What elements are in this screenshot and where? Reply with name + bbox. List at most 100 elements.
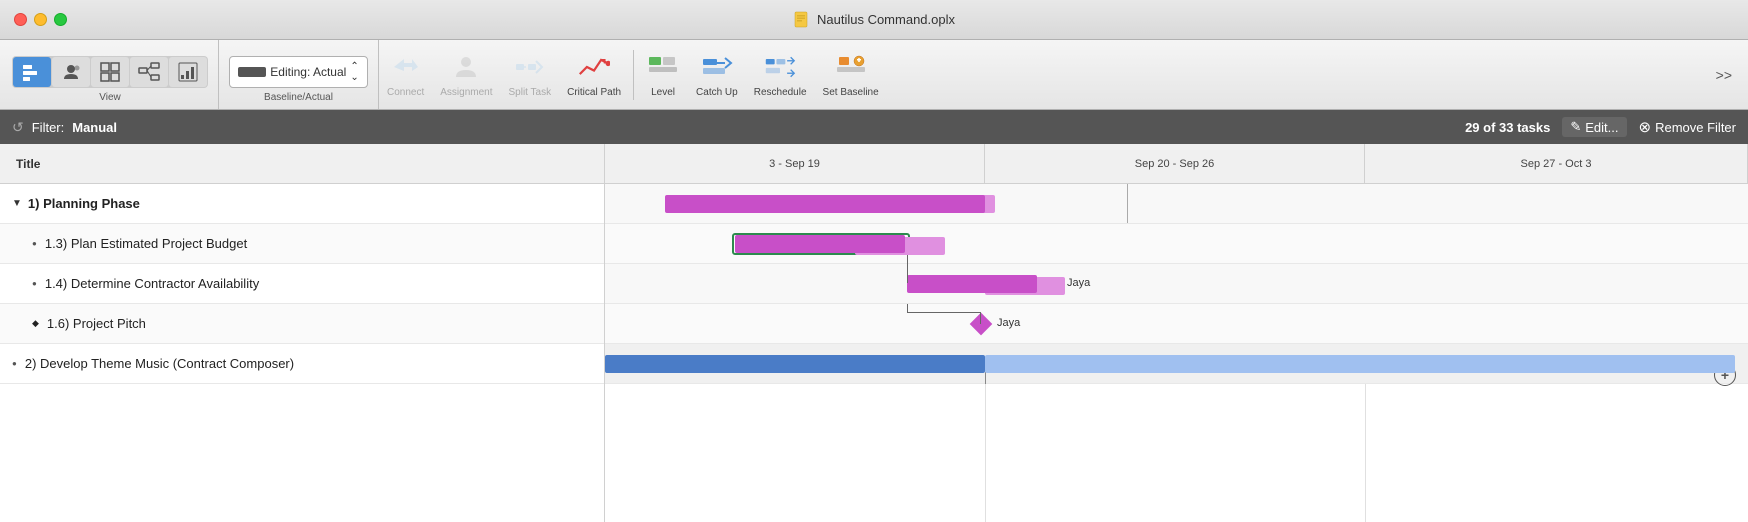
- gantt-row: [605, 344, 1748, 384]
- baseline-chevron-icon: ⌃⌄: [350, 61, 358, 83]
- gantt-bar-music-main: [605, 355, 985, 373]
- critical-path-icon: [578, 51, 610, 83]
- gantt-connector: [1127, 184, 1128, 223]
- more-chevron-btn[interactable]: >>: [1708, 67, 1740, 83]
- separator-1: [633, 50, 634, 100]
- minimize-button[interactable]: [34, 13, 47, 26]
- catch-up-btn[interactable]: Catch Up: [688, 47, 746, 102]
- gantt-label-jaya2: Jaya: [1067, 277, 1090, 289]
- gantt-label-jaya3: Jaya: [997, 317, 1020, 329]
- title-col-label: Title: [16, 157, 40, 171]
- grid-view-btn[interactable]: [91, 57, 129, 87]
- catch-up-icon: [701, 51, 733, 83]
- level-icon: [647, 51, 679, 83]
- task-bullet-icon: ●: [12, 359, 17, 368]
- milestone-icon: ◆: [32, 318, 39, 329]
- view-group: View: [8, 40, 219, 109]
- gantt-connector-top: [907, 304, 908, 312]
- catch-up-label: Catch Up: [696, 87, 738, 98]
- set-baseline-label: Set Baseline: [823, 87, 879, 98]
- task-row[interactable]: ● 1.4) Determine Contractor Availability: [0, 264, 604, 304]
- split-task-btn[interactable]: Split Task: [501, 47, 560, 102]
- baseline-editing-label: Editing: Actual: [270, 65, 346, 79]
- chart-view-btn[interactable]: [169, 57, 207, 87]
- critical-path-btn[interactable]: Critical Path: [559, 47, 629, 102]
- set-baseline-btn[interactable]: Set Baseline: [815, 47, 887, 102]
- connect-btn[interactable]: Connect: [379, 47, 432, 102]
- baseline-group-label: Baseline/Actual: [264, 92, 333, 103]
- task-label: 1.6) Project Pitch: [47, 316, 146, 331]
- gantt-row: Jaya: [605, 304, 1748, 344]
- connect-icon: [390, 51, 422, 83]
- task-label: 1) Planning Phase: [28, 196, 140, 211]
- pencil-icon: ✎: [1570, 119, 1581, 135]
- task-bullet-icon: ●: [32, 279, 37, 288]
- people-view-btn[interactable]: [52, 57, 90, 87]
- gantt-connector-h: [907, 312, 981, 313]
- filter-remove-btn[interactable]: ⊗ Remove Filter: [1639, 118, 1737, 136]
- task-label: 2) Develop Theme Music (Contract Compose…: [25, 356, 294, 371]
- level-btn[interactable]: Level: [638, 47, 688, 102]
- set-baseline-icon: [835, 51, 867, 83]
- window-controls[interactable]: [14, 13, 67, 26]
- filter-refresh-btn[interactable]: ↺: [12, 119, 24, 136]
- gantt-body: Jaya Jaya Jaya: [605, 184, 1748, 522]
- reschedule-icon: [764, 51, 796, 83]
- gantt-connector-v2: [980, 312, 981, 324]
- expand-arrow-icon: ▼: [12, 198, 22, 209]
- task-label: 1.4) Determine Contractor Availability: [45, 276, 259, 291]
- split-task-label: Split Task: [509, 87, 552, 98]
- task-row[interactable]: ▼ 1) Planning Phase: [0, 184, 604, 224]
- gantt-header: 3 - Sep 19 Sep 20 - Sep 26 Sep 27 - Oct …: [605, 144, 1748, 184]
- close-button[interactable]: [14, 13, 27, 26]
- filter-edit-label: Edit...: [1585, 120, 1618, 135]
- filter-count: 29 of 33 tasks: [1465, 120, 1550, 135]
- view-group-label: View: [99, 92, 121, 103]
- view-buttons[interactable]: [12, 56, 208, 88]
- filter-bar-right: 29 of 33 tasks ✎ Edit... ⊗ Remove Filter: [1465, 117, 1736, 137]
- maximize-button[interactable]: [54, 13, 67, 26]
- split-task-icon: [514, 51, 546, 83]
- gantt-bar-budget-main: [735, 235, 905, 253]
- task-row[interactable]: ◆ 1.6) Project Pitch: [0, 304, 604, 344]
- task-row[interactable]: ● 2) Develop Theme Music (Contract Compo…: [0, 344, 604, 384]
- gantt-col1-header: 3 - Sep 19: [605, 144, 985, 183]
- level-label: Level: [651, 87, 675, 98]
- task-label: 1.3) Plan Estimated Project Budget: [45, 236, 247, 251]
- x-circle-icon: ⊗: [1639, 118, 1652, 136]
- gantt-bar-music-baseline: [985, 355, 1735, 373]
- gantt-row: Jaya: [605, 264, 1748, 304]
- title-bar: Nautilus Command.oplx: [0, 0, 1748, 40]
- baseline-selector[interactable]: Editing: Actual ⌃⌄: [229, 56, 367, 88]
- filter-value: Manual: [72, 120, 117, 135]
- assignment-btn[interactable]: Assignment: [432, 47, 500, 102]
- gantt-connector-down: [907, 255, 908, 283]
- gantt-row: [605, 184, 1748, 224]
- filter-remove-label: Remove Filter: [1655, 120, 1736, 135]
- task-panel: Title ▼ 1) Planning Phase ● 1.3) Plan Es…: [0, 144, 605, 522]
- gantt-view-btn[interactable]: [13, 57, 51, 87]
- critical-path-label: Critical Path: [567, 87, 621, 98]
- task-list: ▼ 1) Planning Phase ● 1.3) Plan Estimate…: [0, 184, 604, 522]
- gantt-col3-header: Sep 27 - Oct 3: [1365, 144, 1748, 183]
- task-header: Title: [0, 144, 604, 184]
- reschedule-btn[interactable]: Reschedule: [746, 47, 815, 102]
- connect-label: Connect: [387, 87, 424, 98]
- gantt-panel: 3 - Sep 19 Sep 20 - Sep 26 Sep 27 - Oct …: [605, 144, 1748, 522]
- network-view-btn[interactable]: [130, 57, 168, 87]
- gantt-row: Jaya: [605, 224, 1748, 264]
- filter-bar: ↺ Filter: Manual 29 of 33 tasks ✎ Edit..…: [0, 110, 1748, 144]
- main-area: Title ▼ 1) Planning Phase ● 1.3) Plan Es…: [0, 144, 1748, 522]
- baseline-group: Editing: Actual ⌃⌄ Baseline/Actual: [219, 40, 379, 109]
- gantt-col2-header: Sep 20 - Sep 26: [985, 144, 1365, 183]
- task-row[interactable]: ● 1.3) Plan Estimated Project Budget: [0, 224, 604, 264]
- gantt-bar-contractor-main: [907, 275, 1037, 293]
- gantt-diamond-milestone: [970, 313, 993, 336]
- gantt-bar-planning-main: [665, 195, 985, 213]
- assignment-label: Assignment: [440, 87, 492, 98]
- document-icon: [793, 11, 811, 29]
- assignment-icon: [450, 51, 482, 83]
- baseline-pill-icon: [238, 67, 266, 77]
- filter-label: Filter:: [32, 120, 65, 135]
- filter-edit-btn[interactable]: ✎ Edit...: [1562, 117, 1626, 137]
